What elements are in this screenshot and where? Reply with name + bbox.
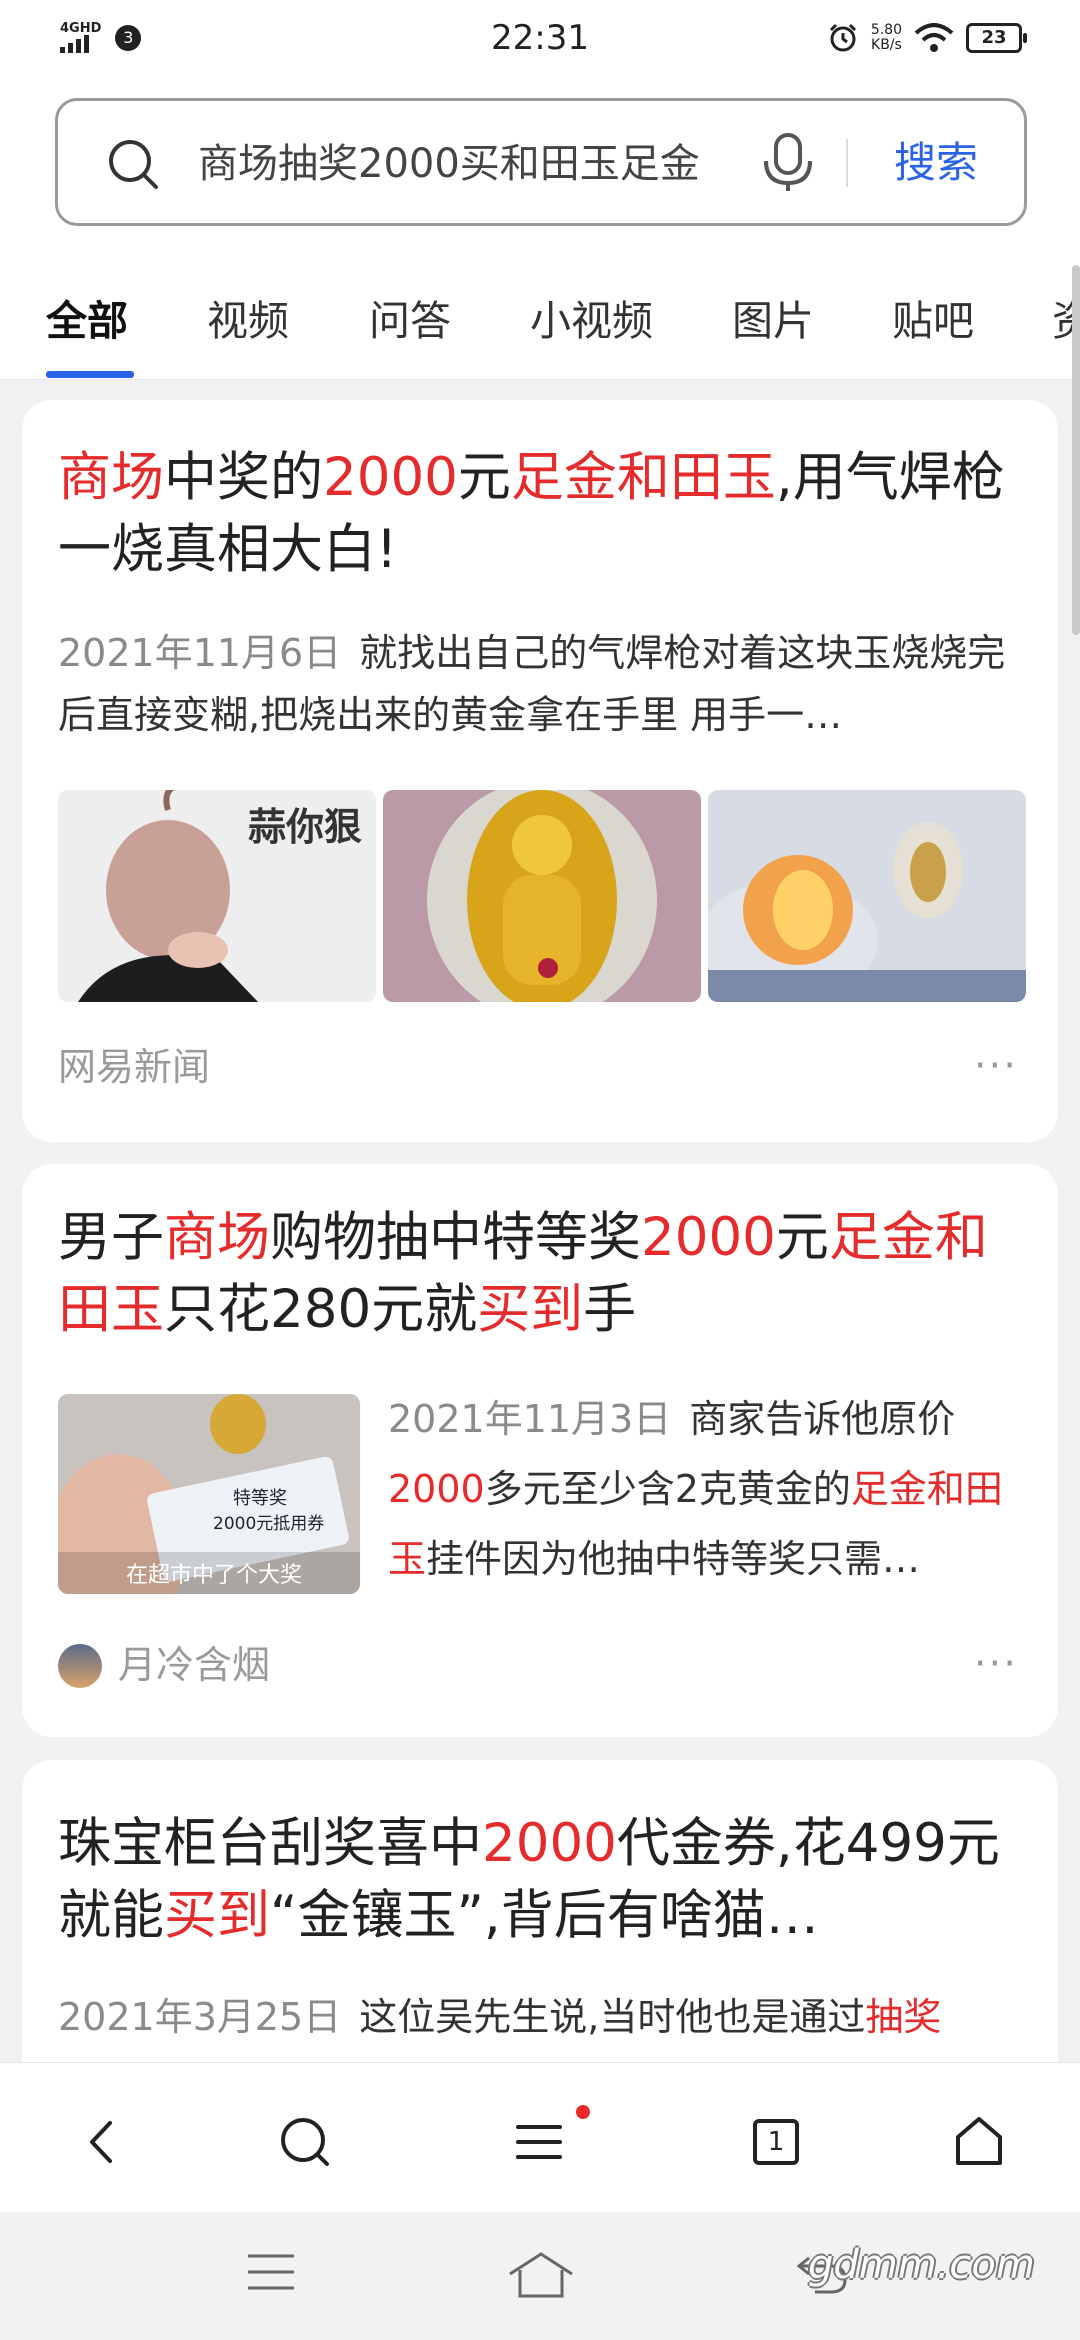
- result-image-3[interactable]: [708, 790, 1026, 1002]
- result-date: 2021年11月6日: [58, 631, 342, 675]
- text-segment: 商家告诉他原价: [689, 1397, 956, 1441]
- tab-all[interactable]: 全部: [46, 291, 128, 351]
- tab-images[interactable]: 图片: [732, 291, 814, 351]
- result-snippet: 2021年11月3日 商家告诉他原价2000多元至少含2克黄金的足金和田玉挂件因为…: [388, 1384, 1038, 1594]
- highlighted-term: 买到: [477, 1279, 584, 1340]
- highlighted-term: 抽奖: [865, 1995, 942, 2039]
- highlighted-term: 买到: [164, 1885, 270, 1946]
- image-tag-1: 特等奖: [233, 1488, 287, 1509]
- snippet-text: 这位吴先生说,当时他也是通过抽奖: [359, 1995, 941, 2039]
- result-title[interactable]: 商场中奖的2000元足金和田玉,用气焊枪一烧真相大白!: [58, 442, 1028, 586]
- battery-icon: 23: [966, 23, 1027, 53]
- alarm-icon: [829, 23, 856, 52]
- result-card-2[interactable]: 男子商场购物抽中特等奖2000元足金和田玉只花280元就买到手 特等奖 2000…: [22, 1164, 1058, 1737]
- result-title[interactable]: 男子商场购物抽中特等奖2000元足金和田玉只花280元就买到手: [58, 1202, 1028, 1346]
- search-input[interactable]: 商场抽奖2000买和田玉足金: [198, 139, 793, 189]
- highlighted-term: 足金和田玉: [510, 447, 776, 508]
- status-icons: 5.80 KB/s 23: [827, 22, 1027, 54]
- result-image[interactable]: 特等奖 2000元抵用券 在超市中了个大奖: [58, 1394, 360, 1594]
- highlighted-term: 2000: [641, 1207, 776, 1268]
- menu-icon[interactable]: [508, 2111, 570, 2173]
- text-segment: 挂件因为他抽中特等奖只需…: [426, 1537, 921, 1581]
- tab-short-video[interactable]: 小视频: [530, 291, 653, 351]
- result-image-1[interactable]: 蒜你狠: [58, 790, 376, 1002]
- text-segment: 元: [457, 447, 511, 508]
- tab-tieba[interactable]: 贴吧: [892, 291, 974, 351]
- author-avatar[interactable]: [58, 1644, 102, 1688]
- result-source[interactable]: 月冷含烟: [118, 1640, 270, 1690]
- search-area: 商场抽奖2000买和田玉足金 搜索: [0, 80, 1080, 265]
- active-tab-indicator: [46, 371, 134, 378]
- text-segment: 手: [583, 1279, 637, 1340]
- watermark: gdmm.com: [808, 2242, 1035, 2288]
- highlighted-term: 2000: [323, 447, 458, 508]
- result-image-2[interactable]: [383, 790, 701, 1002]
- result-card-1[interactable]: 商场中奖的2000元足金和田玉,用气焊枪一烧真相大白! 2021年11月6日 就找…: [22, 400, 1058, 1142]
- highlighted-term: 2000: [388, 1467, 485, 1511]
- net-speed-value: 5.80: [870, 22, 902, 38]
- recent-apps-icon[interactable]: [244, 2250, 298, 2294]
- text-segment: 元: [775, 1207, 829, 1268]
- image-caption: 蒜你狠: [248, 805, 362, 849]
- result-date: 2021年3月25日: [58, 1995, 342, 2039]
- search-divider: [846, 139, 848, 187]
- text-segment: 购物抽中特等奖: [270, 1207, 641, 1268]
- text-segment: 珠宝柜台刮奖喜中: [58, 1813, 482, 1874]
- system-home-icon[interactable]: [506, 2250, 576, 2300]
- text-segment: 中奖的: [164, 447, 323, 508]
- highlighted-term: 商场: [58, 447, 164, 508]
- image-tag-2: 2000元抵用券: [213, 1514, 324, 1534]
- tab-video[interactable]: 视频: [207, 291, 289, 351]
- net-speed-unit: KB/s: [871, 37, 902, 53]
- result-snippet: 2021年11月6日 就找出自己的气焊枪对着这块玉烧烧完后直接变糊,把烧出来的黄金…: [58, 622, 1028, 746]
- search-button[interactable]: 搜索: [894, 137, 978, 189]
- image-caption: 在超市中了个大奖: [126, 1563, 302, 1588]
- result-date: 2021年11月3日: [388, 1397, 672, 1441]
- back-icon[interactable]: [72, 2111, 134, 2173]
- microphone-icon[interactable]: [758, 131, 818, 193]
- result-snippet: 2021年3月25日 这位吴先生说,当时他也是通过抽奖: [58, 1986, 1038, 2048]
- more-options-icon[interactable]: ···: [974, 1644, 1018, 1684]
- highlighted-term: 商场: [164, 1207, 270, 1268]
- result-source[interactable]: 网易新闻: [58, 1042, 210, 1092]
- category-tabs: 全部 视频 问答 小视频 图片 贴吧 资: [0, 265, 1080, 380]
- text-segment: 这位吴先生说,当时他也是通过: [359, 1995, 866, 2039]
- result-title[interactable]: 珠宝柜台刮奖喜中2000代金券,花499元就能买到“金镶玉”,背后有啥猫…: [58, 1808, 1028, 1952]
- tabs-button[interactable]: 1: [745, 2111, 807, 2173]
- search-nav-icon[interactable]: [274, 2111, 336, 2173]
- bottom-navigation: 1: [0, 2062, 1080, 2212]
- scrollbar[interactable]: [1072, 265, 1080, 635]
- system-navigation-bar: gdmm.com: [0, 2212, 1080, 2340]
- text-segment: 只花280元就: [164, 1279, 478, 1340]
- wifi-icon: [914, 23, 954, 52]
- search-icon: [109, 140, 158, 189]
- text-segment: 男子: [58, 1207, 164, 1268]
- tab-count: 1: [753, 2119, 799, 2165]
- search-box[interactable]: 商场抽奖2000买和田玉足金 搜索: [55, 98, 1027, 226]
- highlighted-term: 2000: [482, 1813, 617, 1874]
- more-options-icon[interactable]: ···: [974, 1046, 1018, 1086]
- text-segment: “金镶玉”,背后有啥猫…: [270, 1885, 819, 1946]
- net-speed: 5.80 KB/s: [871, 23, 902, 53]
- home-icon[interactable]: [948, 2111, 1010, 2173]
- text-segment: 多元至少含2克黄金的: [484, 1467, 851, 1511]
- status-bar: 4GHD 3 22:31 5.80 KB/s 23: [0, 0, 1080, 80]
- tab-qa[interactable]: 问答: [369, 291, 451, 351]
- notification-dot: [576, 2105, 590, 2119]
